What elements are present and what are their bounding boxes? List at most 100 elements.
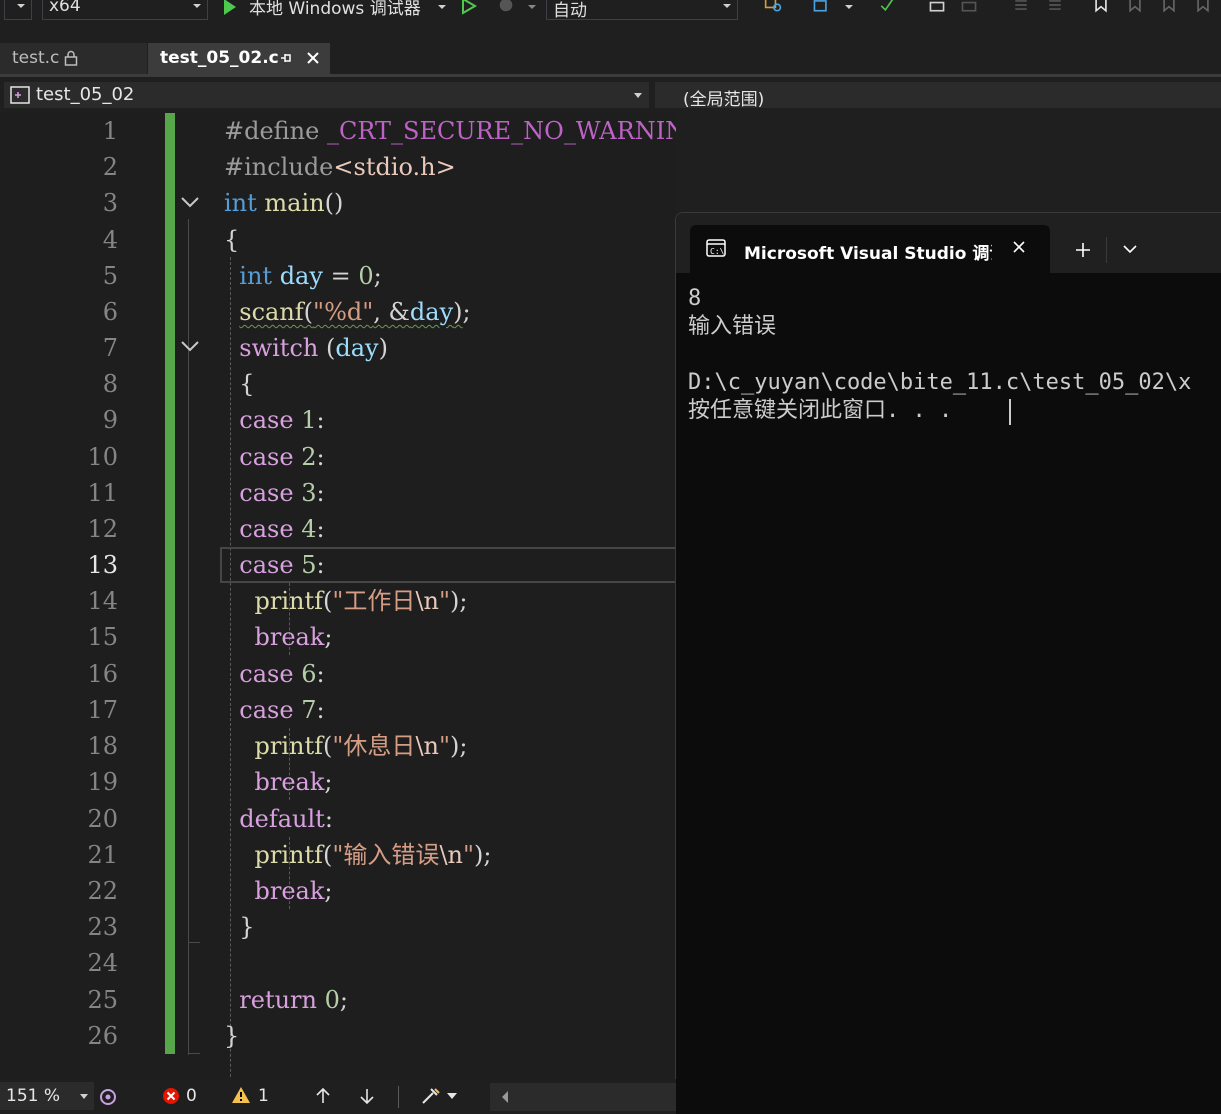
editor-status-bar: 151 % 0 1 [0, 1079, 676, 1114]
solution-config-dropdown[interactable] [4, 0, 32, 20]
warning-count[interactable]: 1 [258, 1086, 269, 1106]
code-token: : [316, 515, 325, 543]
code-token: 0 [324, 986, 340, 1014]
code-token: int [224, 189, 257, 217]
uncomment-icon[interactable] [958, 0, 980, 14]
debug-config-dropdown[interactable]: 自动 [546, 0, 738, 21]
error-icon[interactable] [162, 1087, 180, 1105]
console-title: Microsoft Visual Studio 调试控制台 [744, 244, 992, 264]
horizontal-scrollbar[interactable] [490, 1083, 676, 1111]
line-number: 20 [87, 805, 118, 833]
code-token: main [264, 189, 325, 217]
debug-config-label: 自动 [553, 1, 587, 21]
code-token: day [279, 262, 323, 290]
chevron-down-icon[interactable] [436, 0, 448, 16]
pin-icon[interactable] [280, 52, 292, 64]
copilot-icon[interactable] [98, 1087, 118, 1107]
tab-label: test.c [12, 48, 60, 68]
code-line: case 5: [224, 547, 325, 583]
code-token: : [316, 551, 325, 579]
code-token: 3 [301, 479, 317, 507]
outdent-icon[interactable] [1044, 0, 1066, 14]
find-in-files-icon[interactable] [762, 0, 784, 14]
close-icon[interactable] [306, 51, 320, 65]
chevron-down-icon[interactable] [842, 0, 856, 16]
code-token: case [239, 406, 294, 434]
code-editor[interactable]: 1 2 3 4 5 6 7 8 9 10 11 12 13 14 15 16 1… [0, 113, 676, 1079]
error-count[interactable]: 0 [186, 1086, 197, 1106]
scroll-left-icon[interactable] [500, 1090, 510, 1104]
code-token: : [324, 805, 333, 833]
project-icon [10, 86, 30, 104]
code-token: 0 [358, 262, 374, 290]
comment-icon[interactable] [926, 0, 948, 14]
play-icon[interactable] [222, 0, 238, 16]
debug-console-window[interactable]: C:\ Microsoft Visual Studio 调试控制台 8 输入错误… [675, 212, 1221, 1114]
start-debugger-button[interactable]: 本地 Windows 调试器 [249, 0, 421, 19]
code-line: int main() [224, 185, 343, 221]
code-token: "%d" [313, 298, 374, 326]
line-number: 17 [87, 696, 118, 724]
line-number: 4 [102, 226, 118, 254]
console-tab[interactable]: C:\ Microsoft Visual Studio 调试控制台 [690, 225, 1050, 273]
fold-chevron-icon[interactable] [180, 339, 200, 353]
navigate-icon[interactable] [810, 0, 832, 14]
chevron-down-icon [17, 4, 25, 8]
spell-check-icon[interactable] [876, 0, 898, 14]
line-number-current: 13 [87, 551, 118, 579]
code-line: case 6: [224, 656, 325, 692]
line-number: 24 [87, 949, 118, 977]
new-tab-icon[interactable] [1074, 241, 1092, 259]
arrow-down-icon[interactable] [358, 1087, 376, 1105]
zoom-dropdown[interactable]: 151 % [0, 1082, 94, 1110]
chevron-down-icon [193, 4, 201, 8]
code-token: : [316, 660, 325, 688]
line-number: 11 [87, 479, 118, 507]
code-token: #include [224, 153, 334, 181]
platform-dropdown[interactable]: x64 [42, 0, 208, 20]
code-token: \n [415, 587, 439, 615]
code-token: printf [254, 587, 324, 615]
start-without-debug-icon[interactable] [460, 0, 478, 15]
code-token: ); [450, 732, 468, 760]
hot-reload-icon[interactable] [496, 0, 516, 14]
code-token: "输入错误 [332, 841, 440, 869]
scope-dropdown[interactable]: (全局范围) [655, 82, 1221, 110]
code-line: #include<stdio.h> [224, 149, 456, 185]
code-token: ( [303, 298, 314, 326]
indent-icon[interactable] [1010, 0, 1032, 14]
terminal-icon: C:\ [706, 239, 726, 257]
line-number: 5 [102, 262, 118, 290]
tab-test-05-02-c[interactable]: test_05_02.c [148, 43, 330, 74]
fold-chevron-icon[interactable] [180, 195, 200, 209]
code-line: break; [224, 873, 333, 909]
prev-bookmark-icon[interactable] [1124, 0, 1146, 14]
line-number: 6 [102, 298, 118, 326]
code-cleanup-icon[interactable] [420, 1086, 442, 1106]
tab-label: test_05_02.c [160, 48, 279, 68]
code-token: <stdio.h> [333, 153, 456, 181]
code-token: case [239, 443, 294, 471]
console-output: 8 输入错误 D:\c_yuyan\code\bite_11.c\test_05… [688, 286, 1192, 423]
code-token: default [239, 805, 325, 833]
close-icon[interactable] [1012, 240, 1026, 254]
warning-icon[interactable] [231, 1086, 251, 1104]
code-line: { [224, 222, 239, 258]
chevron-down-icon[interactable] [446, 1092, 458, 1100]
code-token: switch [239, 334, 319, 362]
chevron-down-icon [634, 93, 642, 98]
code-token: } [224, 1022, 240, 1050]
line-number: 23 [87, 913, 118, 941]
bookmark-icon[interactable] [1090, 0, 1112, 14]
tab-test-c[interactable]: test.c [0, 43, 147, 74]
chevron-down-icon[interactable] [1122, 243, 1138, 255]
chevron-down-icon [723, 4, 731, 8]
arrow-up-icon[interactable] [314, 1087, 332, 1105]
code-token: day [409, 298, 454, 326]
chevron-down-icon[interactable] [526, 0, 538, 16]
code-line: case 3: [224, 475, 324, 511]
next-bookmark-icon[interactable] [1158, 0, 1180, 14]
line-number: 12 [87, 515, 118, 543]
project-dropdown[interactable]: test_05_02 [4, 82, 649, 108]
clear-bookmarks-icon[interactable] [1192, 0, 1214, 14]
